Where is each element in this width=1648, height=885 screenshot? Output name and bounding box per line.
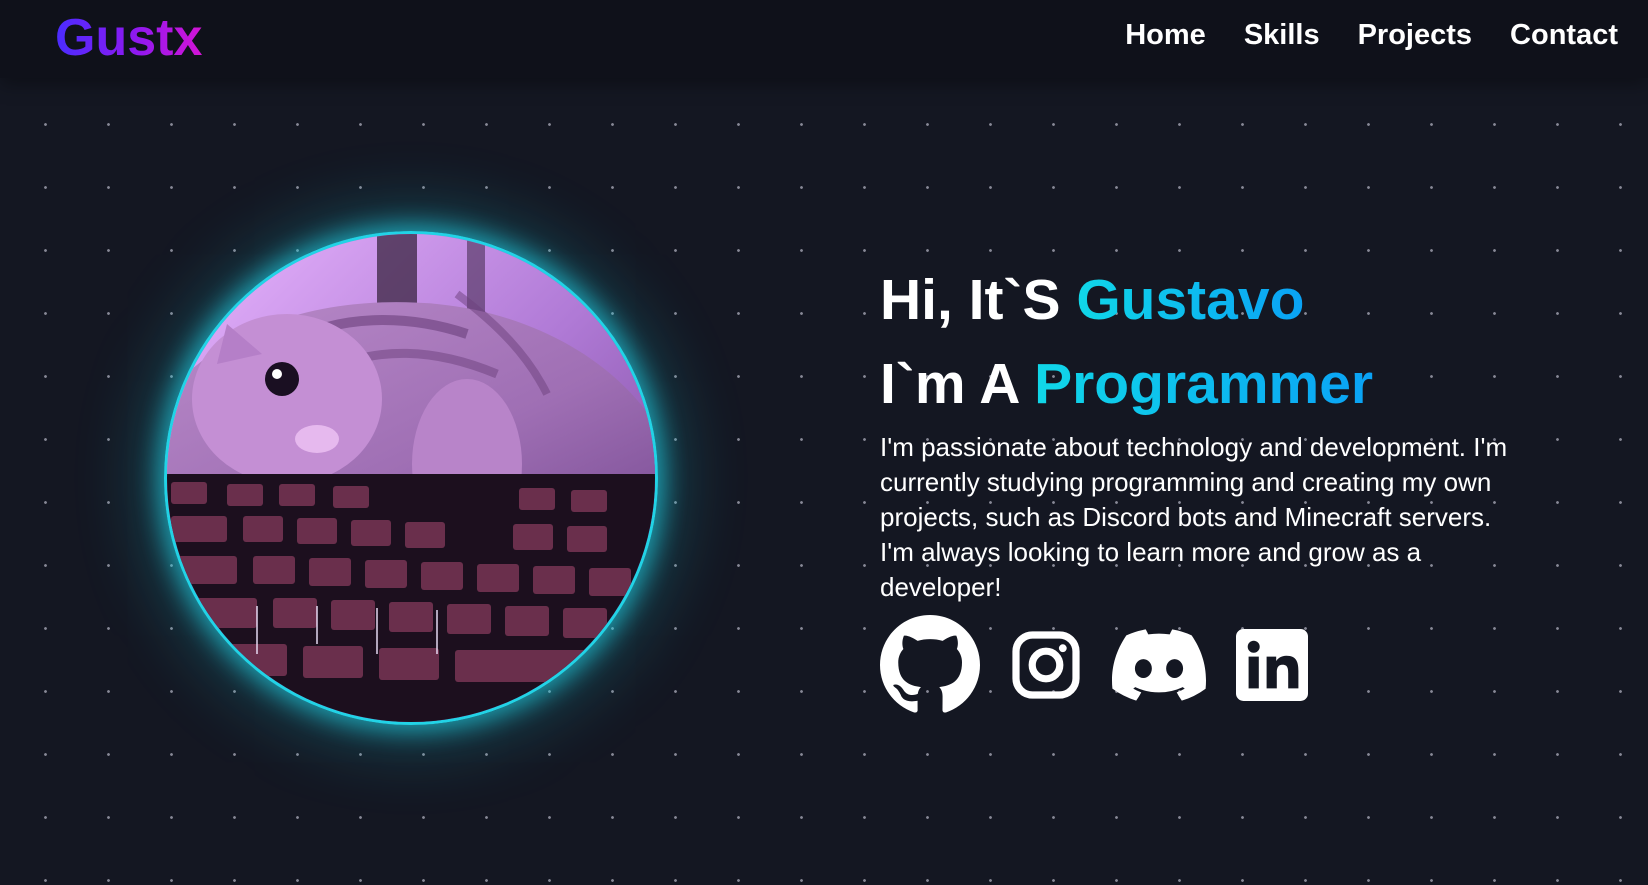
discord-link[interactable]	[1112, 629, 1207, 706]
nav-home-link[interactable]: Home	[1125, 17, 1206, 53]
role-prefix: I`m A	[880, 352, 1035, 416]
nav-projects-link[interactable]: Projects	[1358, 17, 1472, 53]
instagram-icon	[1012, 631, 1080, 699]
role-heading: I`m A Programmer	[880, 342, 1520, 426]
site-logo[interactable]: Gustx	[55, 8, 202, 68]
hero-section: Hi, It`S Gustavo I`m A Programmer I'm pa…	[880, 258, 1520, 720]
nav-skills-link[interactable]: Skills	[1244, 17, 1320, 53]
social-links	[880, 615, 1520, 720]
role-highlight: Programmer	[1034, 352, 1374, 416]
instagram-link[interactable]	[1010, 629, 1082, 706]
linkedin-icon	[1236, 629, 1308, 701]
discord-icon	[1112, 629, 1207, 701]
bio-paragraph: I'm passionate about technology and deve…	[880, 432, 1508, 602]
nav-contact-link[interactable]: Contact	[1510, 17, 1618, 53]
linkedin-link[interactable]	[1236, 629, 1308, 706]
github-link[interactable]	[880, 615, 980, 720]
top-navbar: Gustx Home Skills Projects Contact	[0, 0, 1648, 78]
cat-on-keyboard-illustration	[167, 234, 655, 722]
greeting-prefix: Hi, It`S	[880, 268, 1077, 332]
greeting-heading: Hi, It`S Gustavo	[880, 258, 1520, 342]
name-highlight: Gustavo	[1076, 268, 1305, 332]
main-nav: Home Skills Projects Contact	[1125, 17, 1618, 53]
github-icon	[880, 615, 980, 713]
profile-photo	[164, 231, 658, 725]
